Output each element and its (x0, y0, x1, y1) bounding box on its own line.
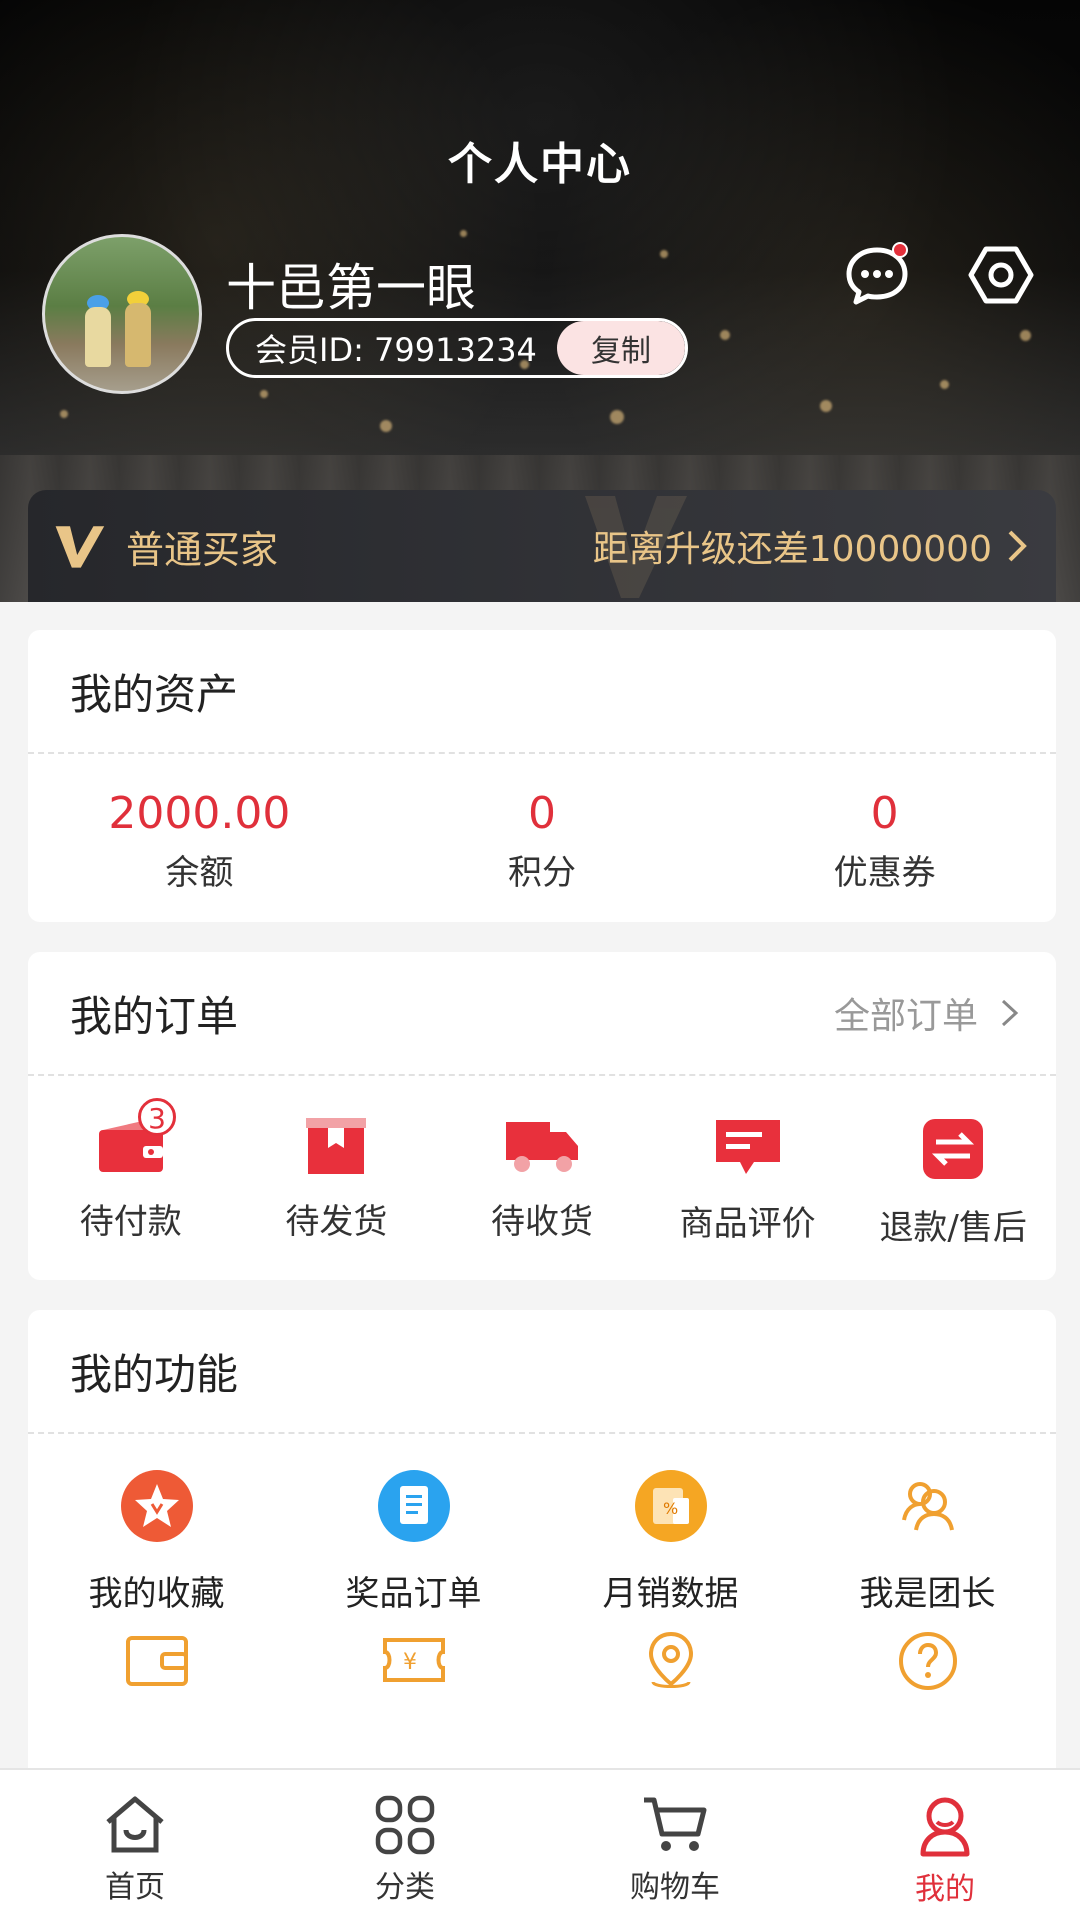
profile-header: 个人中心 十邑第一眼 会员ID: 79913234 复制 普通买家 距离升级还差… (0, 0, 1080, 602)
chevron-right-icon (1008, 530, 1027, 562)
tab-mine[interactable]: 我的 (810, 1770, 1080, 1922)
order-pending-payment[interactable]: 3 待付款 (28, 1076, 234, 1280)
svg-text:%: % (663, 1499, 678, 1518)
order-review[interactable]: 商品评价 (645, 1076, 851, 1280)
chat-bubble-icon[interactable] (844, 242, 910, 308)
order-pending-shipment[interactable]: 待发货 (234, 1076, 440, 1280)
pending-payment-label: 待付款 (79, 1202, 182, 1242)
pending-shipment-label: 待发货 (285, 1202, 388, 1242)
wallet-icon (125, 1636, 188, 1686)
username: 十邑第一眼 (226, 259, 476, 317)
points-value: 0 (528, 788, 556, 839)
copy-button[interactable]: 复制 (557, 321, 685, 375)
func-address[interactable] (542, 1620, 799, 1720)
tab-cart-label: 购物车 (630, 1870, 720, 1905)
cart-icon (644, 1797, 707, 1851)
orders-title: 我的订单 (70, 991, 239, 1041)
home-icon (106, 1796, 164, 1853)
tab-home-label: 首页 (105, 1870, 165, 1905)
tab-category[interactable]: 分类 (270, 1770, 540, 1922)
page-title: 个人中心 (448, 139, 632, 190)
hexagon-gear-icon[interactable] (966, 240, 1036, 310)
box-icon (306, 1118, 367, 1174)
vip-v-icon (55, 526, 105, 568)
sales-data-icon: % (634, 1470, 707, 1542)
svg-text:¥: ¥ (403, 1650, 417, 1675)
points-item[interactable]: 0 积分 (371, 754, 714, 922)
tab-mine-label: 我的 (915, 1872, 975, 1907)
assets-title: 我的资产 (70, 669, 239, 719)
help-icon (898, 1632, 957, 1690)
review-label: 商品评价 (679, 1204, 816, 1244)
pending-receipt-label: 待收货 (490, 1202, 593, 1242)
order-refund[interactable]: 退款/售后 (850, 1076, 1056, 1280)
all-orders-label: 全部订单 (833, 996, 978, 1037)
bottom-tab-bar: 首页 分类 购物车 我的 (0, 1768, 1080, 1922)
functions-card: 我的功能 我的收藏 奖品订单 % 月销数据 我是团长 ¥ (28, 1310, 1056, 1780)
func-favorites-label: 我的收藏 (88, 1574, 225, 1614)
func-favorites[interactable]: 我的收藏 (28, 1434, 285, 1620)
assets-card: 我的资产 2000.00 余额 0 积分 0 优惠券 (28, 630, 1056, 922)
functions-title: 我的功能 (70, 1349, 239, 1399)
tab-home[interactable]: 首页 (0, 1770, 270, 1922)
func-wallet[interactable] (28, 1620, 285, 1720)
tab-category-label: 分类 (375, 1870, 435, 1905)
func-prize-orders[interactable]: 奖品订单 (285, 1434, 542, 1620)
coupons-label: 优惠券 (833, 853, 936, 893)
order-pending-receipt[interactable]: 待收货 (439, 1076, 645, 1280)
func-prize-orders-label: 奖品订单 (345, 1574, 482, 1614)
prize-order-icon (377, 1470, 450, 1542)
func-help[interactable] (799, 1620, 1056, 1720)
team-leader-icon (901, 1482, 954, 1531)
tab-cart[interactable]: 购物车 (540, 1770, 810, 1922)
refund-label: 退款/售后 (879, 1208, 1027, 1248)
func-team-leader-label: 我是团长 (859, 1574, 996, 1614)
v-watermark-icon (585, 496, 687, 598)
orders-card: 我的订单 全部订单 3 待付款 待发货 待收货 商品评价 退款/售后 (28, 952, 1056, 1280)
favorite-star-icon (120, 1470, 193, 1542)
pending-payment-badge: 3 (138, 1098, 176, 1136)
func-monthly-sales-label: 月销数据 (602, 1574, 739, 1614)
member-id-pill: 会员ID: 79913234 复制 (226, 318, 688, 378)
func-team-leader[interactable]: 我是团长 (799, 1434, 1056, 1620)
func-coupon-ticket[interactable]: ¥ (285, 1620, 542, 1720)
grid-icon (375, 1795, 435, 1855)
vip-level-bar[interactable]: 普通买家 距离升级还差10000000 (28, 490, 1056, 602)
yen-ticket-icon: ¥ (382, 1638, 445, 1682)
avatar[interactable] (42, 234, 202, 394)
comment-icon (715, 1120, 780, 1174)
refund-icon (923, 1119, 984, 1179)
member-id: 会员ID: 79913234 (255, 331, 537, 369)
balance-item[interactable]: 2000.00 余额 (28, 754, 371, 922)
all-orders-link[interactable]: 全部订单 (834, 987, 1026, 1039)
coupons-value: 0 (870, 788, 899, 839)
vip-level: 普通买家 (126, 527, 279, 572)
profile-icon (920, 1797, 970, 1857)
balance-value: 2000.00 (108, 788, 291, 839)
func-monthly-sales[interactable]: % 月销数据 (542, 1434, 799, 1620)
chevron-right-icon (1001, 999, 1019, 1027)
points-label: 积分 (508, 853, 576, 893)
coupons-item[interactable]: 0 优惠券 (713, 754, 1056, 922)
truck-icon (505, 1122, 578, 1172)
location-icon (648, 1631, 693, 1688)
balance-label: 余额 (165, 853, 234, 893)
